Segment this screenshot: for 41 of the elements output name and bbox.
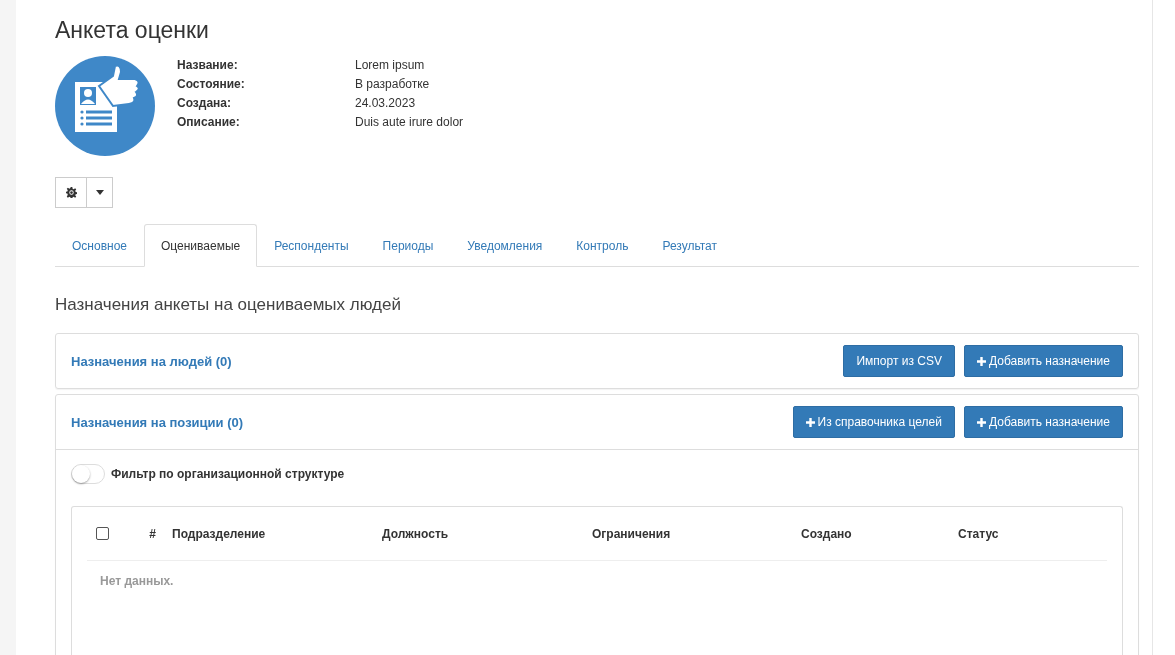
plus-icon [977, 417, 986, 427]
toggle-label: Фильтр по организационной структуре [111, 467, 345, 481]
column-header: Подразделение [172, 526, 267, 541]
tab[interactable]: Уведомления [450, 224, 560, 267]
toggle-switch[interactable] [71, 464, 105, 484]
tab[interactable]: Контроль [559, 224, 646, 267]
action-button[interactable]: Добавить назначение [964, 345, 1123, 377]
section-title: Назначения анкеты на оцениваемых людей [55, 295, 402, 315]
column-header: Должность [382, 526, 450, 541]
column-header: # [148, 526, 157, 541]
tab[interactable]: Периоды [365, 224, 451, 267]
questionnaire-icon [55, 56, 155, 156]
field-value: В разработке [355, 77, 431, 91]
panel-title[interactable]: Назначения на людей (0) [71, 353, 232, 369]
checkbox[interactable] [96, 527, 109, 540]
caret-icon [95, 190, 104, 195]
column-header: Статус [958, 526, 999, 541]
tab[interactable]: Основное [55, 224, 144, 267]
tab[interactable]: Респонденты [257, 224, 366, 267]
field-value: Lorem ipsum [355, 58, 426, 72]
field-label: Название: [177, 58, 239, 72]
action-button[interactable]: Из справочника целей [792, 406, 955, 438]
settings-button[interactable] [55, 177, 87, 208]
field-label: Состояние: [177, 77, 246, 91]
action-button[interactable]: Импорт из CSV [843, 345, 955, 377]
tab[interactable]: Результат [645, 224, 735, 267]
field-value: Duis aute irure dolor [355, 115, 464, 129]
column-header: Создано [801, 526, 853, 541]
field-value: 24.03.2023 [355, 96, 417, 110]
page-title: Анкета оценки [55, 17, 210, 44]
column-header: Ограничения [592, 526, 672, 541]
plus-icon [805, 417, 815, 427]
action-button[interactable]: Добавить назначение [964, 406, 1123, 438]
field-label: Создана: [177, 96, 232, 110]
tab[interactable]: Оцениваемые [144, 224, 258, 267]
settings-icon [65, 187, 77, 198]
empty-message: Нет данных. [99, 573, 175, 590]
panel-title[interactable]: Назначения на позиции (0) [71, 414, 244, 430]
plus-icon [977, 356, 986, 366]
dropdown-button[interactable] [87, 177, 113, 208]
field-label: Описание: [177, 115, 241, 129]
